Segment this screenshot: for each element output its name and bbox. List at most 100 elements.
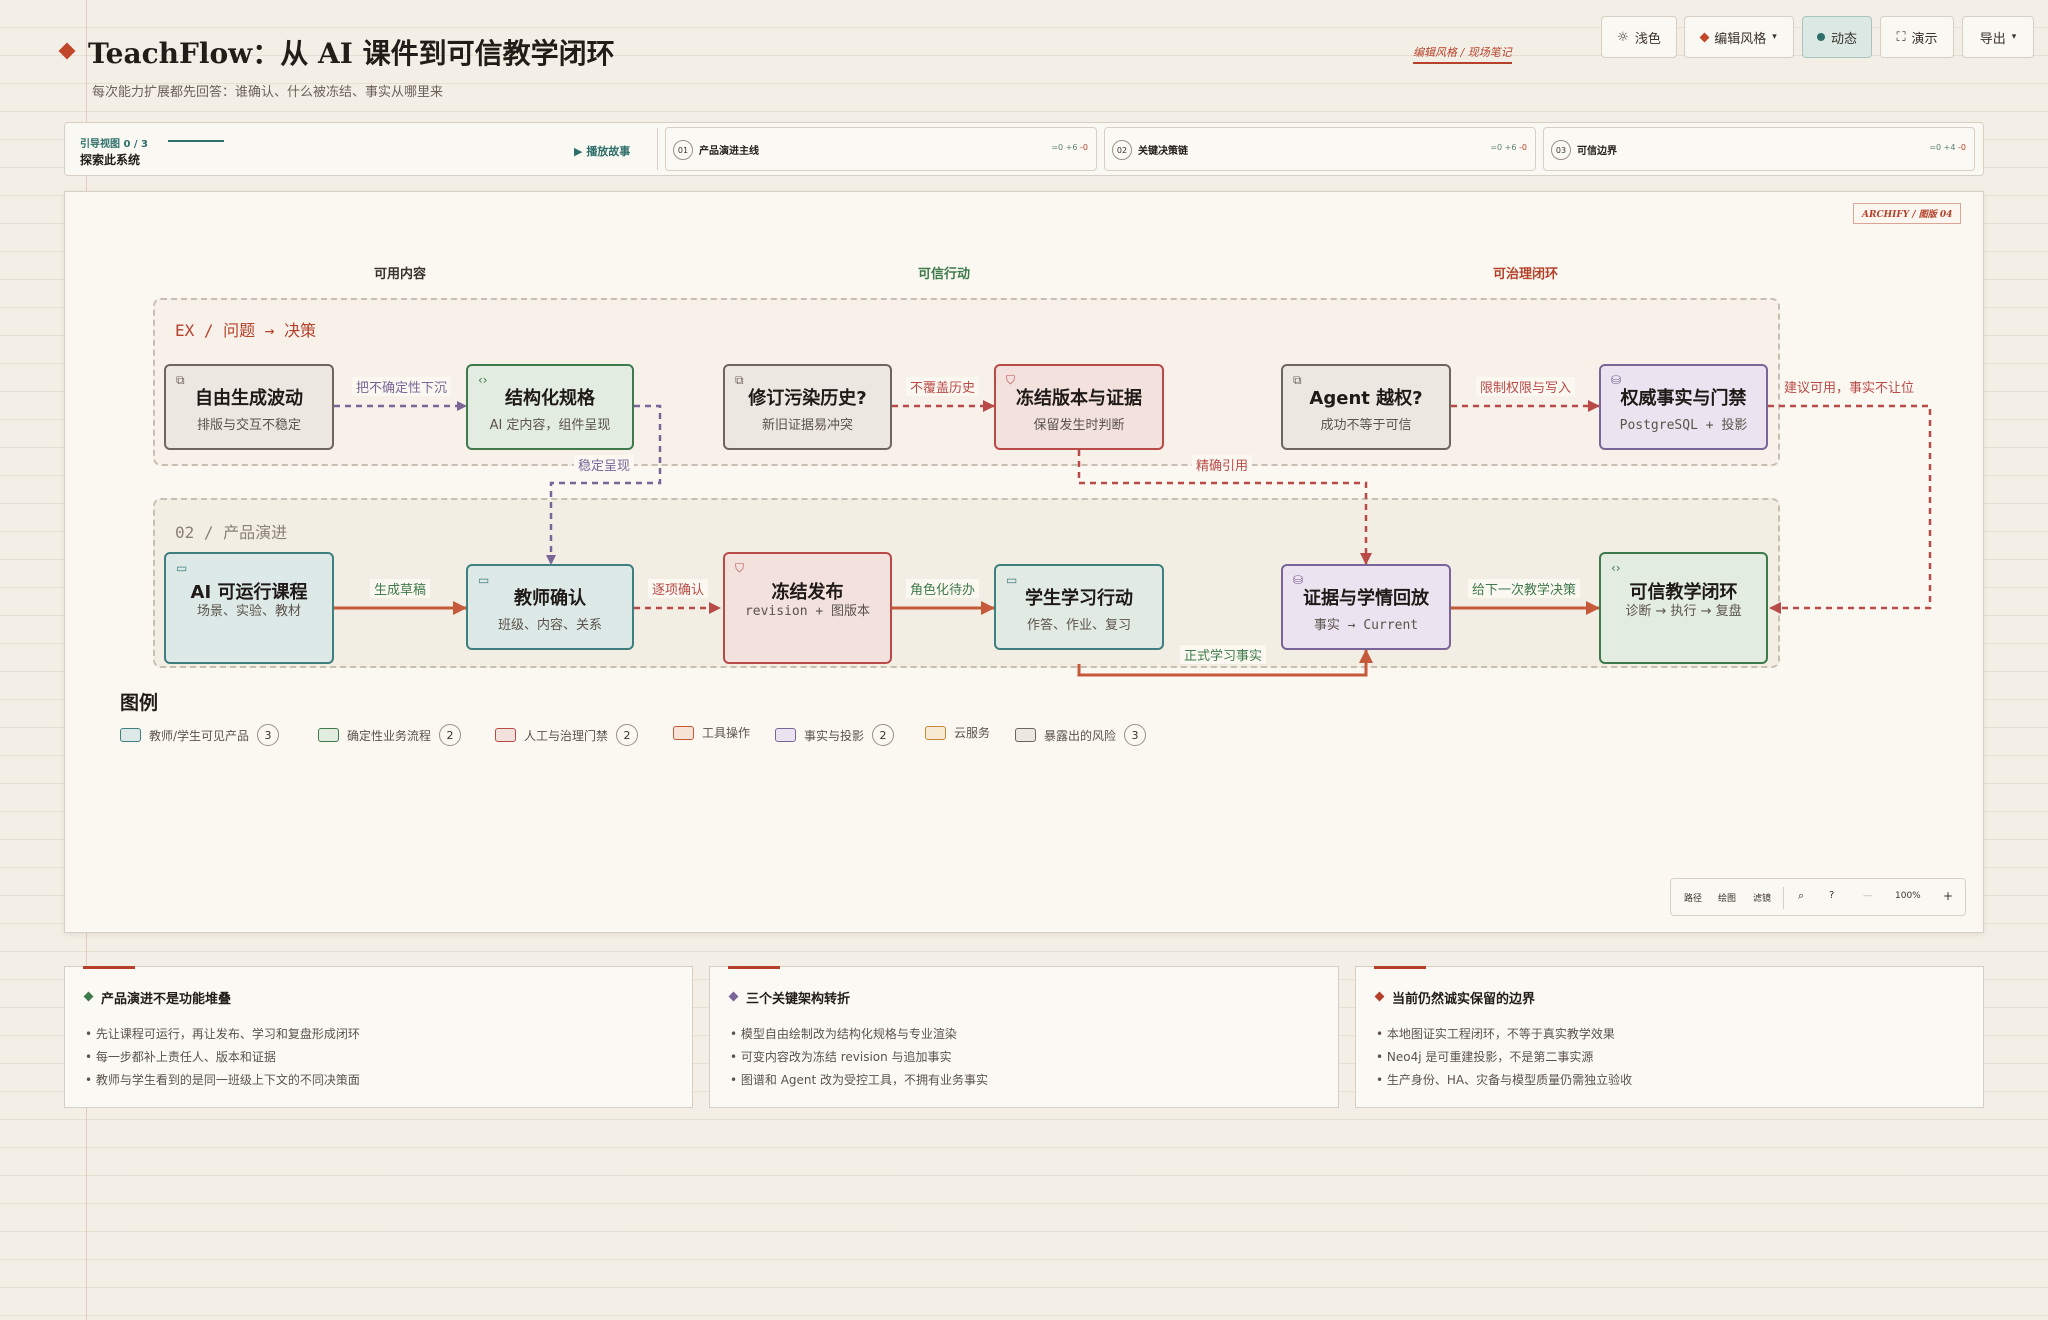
diamond-icon bbox=[83, 991, 94, 1002]
edge-label-role-todo: 角色化待办 bbox=[906, 579, 980, 598]
edge-label-no-overwrite: 不覆盖历史 bbox=[906, 377, 980, 396]
legend-swatch bbox=[673, 725, 694, 740]
legend-item: 工具操作 bbox=[673, 724, 750, 741]
legend-label: 人工与治理门禁 bbox=[524, 728, 609, 743]
filter-toggle[interactable]: 滤镜 bbox=[1753, 891, 1771, 904]
card-title: 当前仍然诚实保留的边界 bbox=[1392, 992, 1536, 1007]
node-title: 自由生成波动 bbox=[195, 388, 303, 410]
legend-item: 事实与投影 2 bbox=[775, 724, 895, 746]
node-subtitle: 场景、实验、教材 bbox=[196, 603, 301, 619]
node-subtitle: 事实 → Current bbox=[1313, 618, 1419, 634]
edge-label-precise-ref: 精确引用 bbox=[1192, 455, 1253, 474]
help-icon[interactable]: ? bbox=[1829, 890, 1834, 901]
node-revision-pollution[interactable]: ⧉ 修订污染历史? 新旧证据易冲突 bbox=[723, 364, 892, 450]
legend-item: 云服务 bbox=[925, 724, 990, 741]
node-title: Agent 越权? bbox=[1309, 388, 1423, 410]
node-subtitle: 保留发生时判断 bbox=[1033, 418, 1125, 434]
zoom-divider bbox=[1783, 887, 1784, 909]
card-item: • 本地图证实工程闭环，不等于真实教学效果 bbox=[1376, 1027, 1615, 1041]
card-item: • Neo4j 是可重建投影，不是第二事实源 bbox=[1376, 1050, 1594, 1064]
node-title: 修订污染历史? bbox=[748, 388, 867, 410]
legend-count: 2 bbox=[872, 724, 895, 746]
node-subtitle: revision + 图版本 bbox=[744, 603, 871, 619]
card-item: • 先让课程可运行，再让发布、学习和复盘形成闭环 bbox=[85, 1027, 360, 1041]
node-freeze-version[interactable]: ⛉ 冻结版本与证据 保留发生时判断 bbox=[994, 364, 1164, 450]
window-icon: ▭ bbox=[176, 561, 188, 575]
diamond-icon bbox=[1374, 991, 1385, 1002]
node-title: 冻结版本与证据 bbox=[1016, 388, 1142, 410]
edge-label-advice: 建议可用，事实不让位 bbox=[1780, 377, 1919, 396]
node-title: 证据与学情回放 bbox=[1303, 588, 1429, 610]
legend-label: 确定性业务流程 bbox=[347, 728, 432, 743]
legend-swatch bbox=[925, 725, 946, 740]
node-subtitle: 成功不等于可信 bbox=[1320, 418, 1412, 434]
card-accent-bar bbox=[83, 966, 135, 969]
edge-label-next: 给下一次教学决策 bbox=[1468, 579, 1581, 598]
node-agent-overreach[interactable]: ⧉ Agent 越权? 成功不等于可信 bbox=[1281, 364, 1451, 450]
legend-swatch bbox=[495, 728, 516, 742]
legend-label: 暴露出的风险 bbox=[1044, 728, 1117, 743]
card-item: • 模型自由绘制改为结构化规格与专业渲染 bbox=[730, 1027, 957, 1041]
card-accent-bar bbox=[1374, 966, 1426, 969]
node-subtitle: 班级、内容、关系 bbox=[497, 618, 602, 634]
card-accent-bar bbox=[728, 966, 780, 969]
card-item: • 教师与学生看到的是同一班级上下文的不同决策面 bbox=[85, 1073, 360, 1087]
card-item: • 图谱和 Agent 改为受控工具，不拥有业务事实 bbox=[730, 1073, 989, 1087]
legend-item: 暴露出的风险 3 bbox=[1015, 724, 1147, 746]
edge-advice bbox=[1768, 404, 1932, 614]
legend-swatch bbox=[1015, 728, 1036, 742]
legend-count: 3 bbox=[1124, 724, 1147, 746]
edge-label-limit: 限制权限与写入 bbox=[1476, 377, 1576, 396]
node-structured-spec[interactable]: ‹› 结构化规格 AI 定内容，组件呈现 bbox=[466, 364, 634, 450]
legend-swatch bbox=[318, 728, 339, 742]
edge-label-confirm: 逐项确认 bbox=[648, 579, 709, 598]
zoom-in-button[interactable]: + bbox=[1943, 889, 1953, 903]
node-subtitle: PostgreSQL + 投影 bbox=[1619, 418, 1748, 434]
path-toggle[interactable]: 路径 bbox=[1684, 891, 1702, 904]
node-authority-facts[interactable]: ⛁ 权威事实与门禁 PostgreSQL + 投影 bbox=[1599, 364, 1768, 450]
card-architecture-turns: 三个关键架构转折 • 模型自由绘制改为结构化规格与专业渲染 • 可变内容改为冻结… bbox=[709, 966, 1339, 1108]
card-item: • 每一步都补上责任人、版本和证据 bbox=[85, 1050, 276, 1064]
legend-label: 教师/学生可见产品 bbox=[149, 728, 250, 743]
node-subtitle: AI 定内容，组件呈现 bbox=[489, 418, 611, 434]
card-title: 三个关键架构转折 bbox=[746, 992, 851, 1007]
code-icon: ‹› bbox=[1611, 561, 1621, 575]
legend-label: 事实与投影 bbox=[804, 728, 865, 743]
card-item: • 可变内容改为冻结 revision 与追加事实 bbox=[730, 1050, 952, 1064]
legend-count: 2 bbox=[616, 724, 639, 746]
card-item: • 生产身份、HA、灾备与模型质量仍需独立验收 bbox=[1376, 1073, 1633, 1087]
legend-item: 确定性业务流程 2 bbox=[318, 724, 462, 746]
node-subtitle: 排版与交互不稳定 bbox=[196, 418, 301, 434]
node-evidence-replay[interactable]: ⛁ 证据与学情回放 事实 → Current bbox=[1281, 564, 1451, 650]
search-icon[interactable]: ⌕ bbox=[1798, 889, 1804, 903]
legend-swatch bbox=[775, 728, 796, 742]
card-honest-boundaries: 当前仍然诚实保留的边界 • 本地图证实工程闭环，不等于真实教学效果 • Neo4… bbox=[1355, 966, 1984, 1108]
node-trusted-loop[interactable]: ‹› 可信教学闭环 诊断 → 执行 → 复盘 bbox=[1599, 552, 1768, 664]
lines-toggle[interactable]: 绘图 bbox=[1718, 891, 1736, 904]
node-title: 结构化规格 bbox=[505, 388, 595, 410]
node-title: 权威事实与门禁 bbox=[1620, 388, 1747, 410]
node-subtitle: 诊断 → 执行 → 复盘 bbox=[1625, 603, 1742, 619]
shield-icon: ⛉ bbox=[735, 561, 745, 575]
legend-item: 人工与治理门禁 2 bbox=[495, 724, 639, 746]
node-ai-course[interactable]: ▭ AI 可运行课程 场景、实验、教材 bbox=[164, 552, 334, 664]
node-teacher-confirm[interactable]: ▭ 教师确认 班级、内容、关系 bbox=[466, 564, 634, 650]
zoom-out-button[interactable]: — bbox=[1863, 891, 1872, 901]
node-title: 学生学习行动 bbox=[1025, 588, 1133, 610]
diamond-icon bbox=[728, 991, 739, 1002]
node-student-action[interactable]: ▭ 学生学习行动 作答、作业、复习 bbox=[994, 564, 1164, 650]
edge-label-draft: 生成草稿 bbox=[370, 579, 431, 598]
legend-label: 云服务 bbox=[954, 726, 991, 740]
card-product-evolution: 产品演进不是功能堆叠 • 先让课程可运行，再让发布、学习和复盘形成闭环 • 每一… bbox=[64, 966, 693, 1108]
node-free-generation[interactable]: ⧉ 自由生成波动 排版与交互不稳定 bbox=[164, 364, 334, 450]
legend-label: 工具操作 bbox=[702, 726, 751, 740]
node-title: 教师确认 bbox=[514, 588, 586, 610]
legend-count: 2 bbox=[439, 724, 462, 746]
edge-label-sink: 把不确定性下沉 bbox=[352, 377, 452, 396]
node-subtitle: 作答、作业、复习 bbox=[1026, 618, 1131, 634]
legend-title: 图例 bbox=[120, 692, 159, 714]
node-subtitle: 新旧证据易冲突 bbox=[761, 418, 853, 434]
node-freeze-publish[interactable]: ⛉ 冻结发布 revision + 图版本 bbox=[723, 552, 892, 664]
edge-label-formal-fact: 正式学习事实 bbox=[1180, 645, 1267, 664]
zoom-toolbar: 路径 绘图 滤镜 ⌕ ? — 100% + bbox=[1670, 878, 1966, 916]
